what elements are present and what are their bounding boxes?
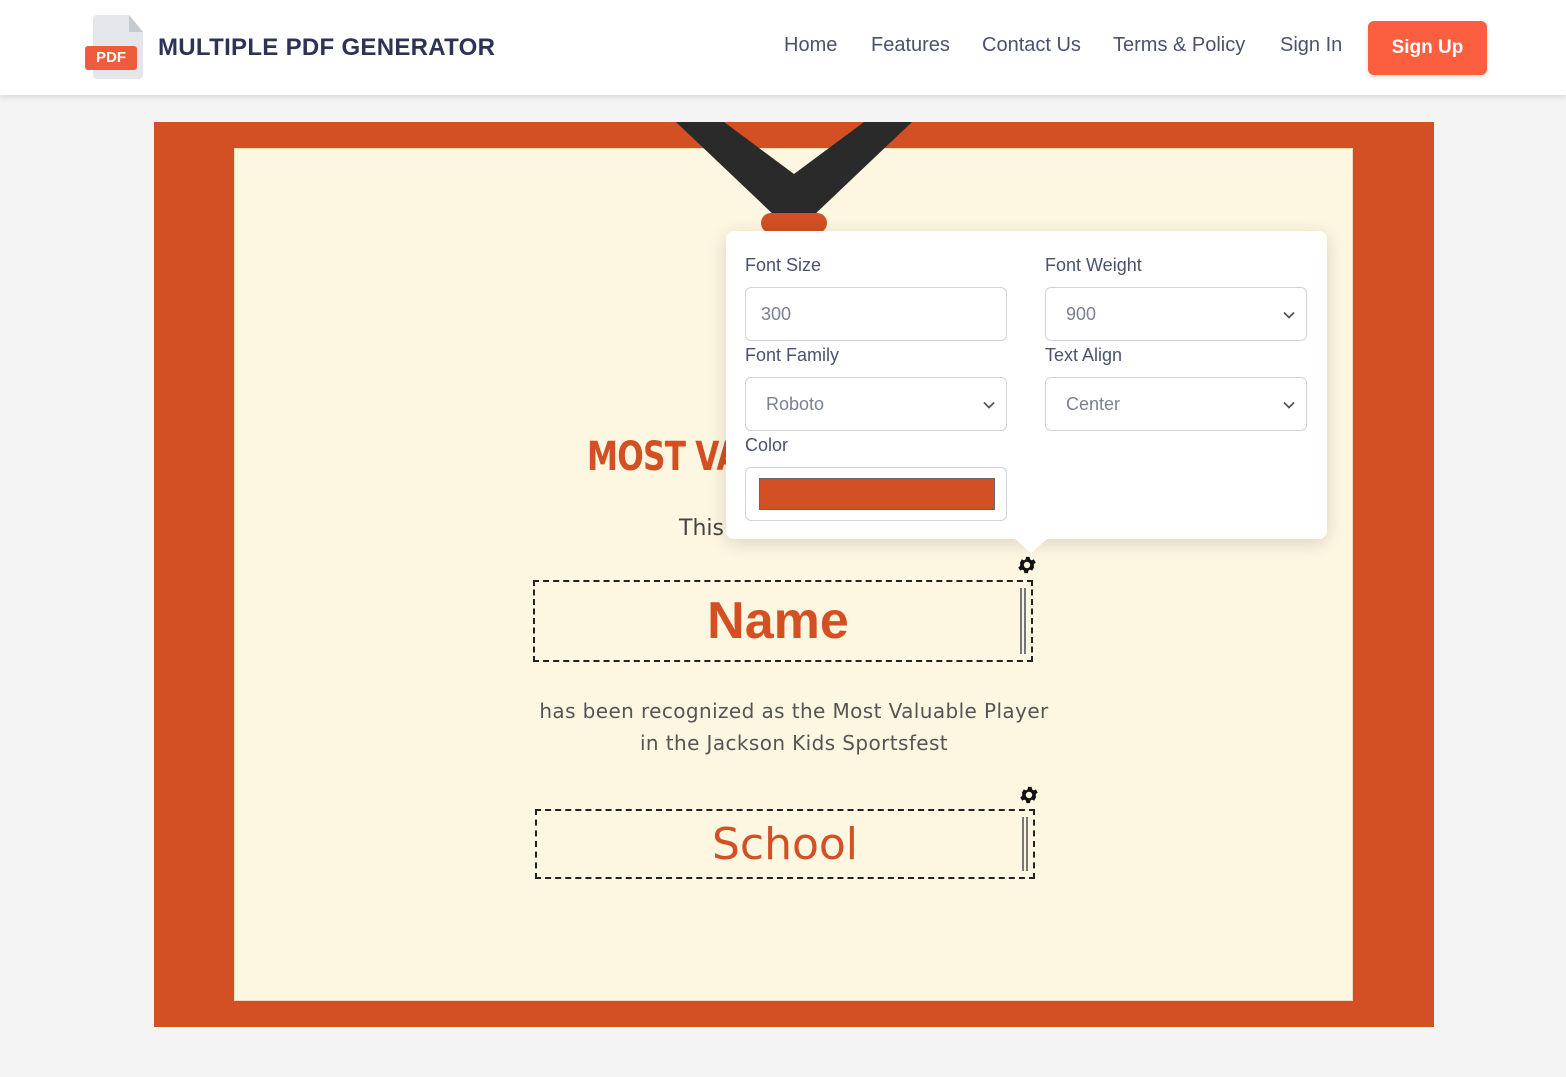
- font-family-select[interactable]: Roboto: [745, 377, 1007, 431]
- nav-sign-in[interactable]: Sign In: [1280, 34, 1342, 57]
- certificate-title: MOST VA: [587, 434, 741, 480]
- font-size-label: Font Size: [745, 255, 822, 275]
- color-label: Color: [745, 435, 789, 455]
- brand-name: MULTIPLE PDF GENERATOR: [158, 34, 496, 61]
- text-align-value: Center: [1066, 393, 1121, 414]
- logo-tag: PDF: [85, 46, 137, 70]
- font-family-value: Roboto: [766, 393, 825, 414]
- font-weight-value: 900: [1066, 303, 1097, 324]
- certificate-body-line-1: has been recognized as the Most Valuable…: [539, 699, 1049, 723]
- name-text-field[interactable]: Name: [533, 580, 1033, 662]
- gear-icon[interactable]: [1018, 784, 1040, 806]
- top-navbar: PDF MULTIPLE PDF GENERATOR Home Features…: [0, 0, 1566, 95]
- color-swatch: [759, 478, 995, 510]
- certificate-subtitle: This: [679, 516, 724, 541]
- text-align-select[interactable]: Center: [1045, 377, 1307, 431]
- school-field-text: School: [711, 818, 859, 870]
- chevron-down-icon: [1283, 311, 1295, 319]
- resize-handle-icon[interactable]: [1022, 817, 1028, 871]
- certificate-body-line-2: in the Jackson Kids Sportsfest: [639, 731, 949, 755]
- pdf-logo-icon: PDF: [85, 15, 143, 81]
- font-weight-select[interactable]: 900: [1045, 287, 1307, 341]
- chevron-down-icon: [1283, 401, 1295, 409]
- medal-clip: [761, 213, 827, 233]
- school-text-field[interactable]: School: [535, 809, 1035, 879]
- brand-link[interactable]: PDF MULTIPLE PDF GENERATOR: [85, 15, 495, 81]
- nav-home[interactable]: Home: [784, 34, 837, 57]
- font-family-label: Font Family: [745, 345, 840, 365]
- nav-contact-us[interactable]: Contact Us: [982, 34, 1081, 57]
- nav-features[interactable]: Features: [871, 34, 950, 57]
- chevron-down-icon: [983, 401, 995, 409]
- nav-terms-policy[interactable]: Terms & Policy: [1113, 34, 1245, 57]
- resize-handle-icon[interactable]: [1020, 588, 1026, 654]
- font-size-input[interactable]: 300: [745, 287, 1007, 341]
- name-field-text: Name: [707, 592, 849, 650]
- text-style-popover: Font Size 300 Font Weight 900 Font Famil…: [726, 231, 1327, 553]
- sign-up-button[interactable]: Sign Up: [1368, 21, 1487, 75]
- color-picker[interactable]: [745, 467, 1007, 521]
- text-align-label: Text Align: [1045, 345, 1123, 365]
- font-weight-label: Font Weight: [1045, 255, 1142, 275]
- gear-icon[interactable]: [1016, 554, 1038, 576]
